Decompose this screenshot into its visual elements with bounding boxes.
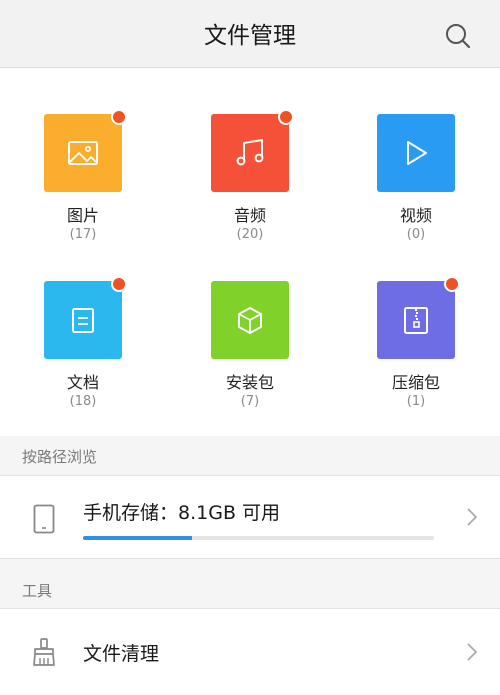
tools-section-label: 工具 bbox=[22, 582, 53, 600]
category-images-tile[interactable] bbox=[44, 114, 122, 192]
search-icon[interactable] bbox=[444, 22, 472, 50]
chevron-right-icon bbox=[467, 508, 477, 526]
category-count: (7) bbox=[240, 394, 260, 409]
new-badge bbox=[278, 109, 294, 125]
play-icon bbox=[407, 141, 427, 165]
category-count: (18) bbox=[69, 394, 97, 409]
new-badge bbox=[111, 109, 127, 125]
category-packages-tile[interactable] bbox=[211, 281, 289, 359]
category-archives-tile[interactable] bbox=[377, 281, 455, 359]
category-label: 视频 bbox=[399, 206, 432, 225]
category-documents[interactable]: 文档 (18) bbox=[13, 276, 153, 431]
category-label: 音频 bbox=[233, 206, 266, 225]
app-header: 文件管理 bbox=[0, 0, 500, 68]
tool-item-file-cleanup[interactable]: 文件清理 bbox=[0, 608, 500, 695]
category-count: (17) bbox=[69, 227, 97, 242]
category-audio-tile[interactable] bbox=[211, 114, 289, 192]
category-video[interactable]: 视频 (0) bbox=[346, 114, 486, 264]
category-label: 压缩包 bbox=[391, 373, 440, 392]
chevron-right-icon bbox=[467, 643, 477, 661]
document-icon bbox=[72, 308, 94, 333]
storage-progress-fill bbox=[83, 536, 192, 540]
category-images[interactable]: 图片 (17) bbox=[13, 109, 153, 264]
new-badge bbox=[444, 276, 460, 292]
browse-section-label: 按路径浏览 bbox=[22, 448, 98, 466]
category-documents-tile[interactable] bbox=[44, 281, 122, 359]
package-icon bbox=[238, 307, 262, 334]
category-video-tile[interactable] bbox=[377, 114, 455, 192]
storage-progress-bar bbox=[83, 536, 434, 540]
category-label: 安装包 bbox=[225, 373, 274, 392]
category-label: 文档 bbox=[66, 373, 99, 392]
category-count: (20) bbox=[236, 227, 264, 242]
new-badge bbox=[111, 276, 127, 292]
category-grid: 图片 (17) 音频 (20) 视频 (0) 文档 (18) 安装包 (7) 压… bbox=[0, 68, 500, 436]
broom-icon bbox=[33, 638, 55, 666]
category-archives[interactable]: 压缩包 (1) bbox=[346, 276, 486, 431]
music-icon bbox=[236, 139, 264, 166]
tool-item-label: 文件清理 bbox=[83, 643, 160, 665]
category-packages[interactable]: 安装包 (7) bbox=[180, 281, 320, 431]
category-label: 图片 bbox=[66, 206, 99, 225]
image-icon bbox=[68, 141, 98, 165]
phone-storage-icon bbox=[33, 504, 55, 534]
page-title: 文件管理 bbox=[204, 23, 296, 49]
storage-label: 手机存储：8.1GB 可用 bbox=[83, 502, 281, 524]
category-count: (1) bbox=[406, 394, 426, 409]
archive-icon bbox=[404, 307, 428, 334]
category-audio[interactable]: 音频 (20) bbox=[180, 109, 320, 264]
phone-storage-row[interactable]: 手机存储：8.1GB 可用 bbox=[0, 475, 500, 559]
category-count: (0) bbox=[406, 227, 426, 242]
